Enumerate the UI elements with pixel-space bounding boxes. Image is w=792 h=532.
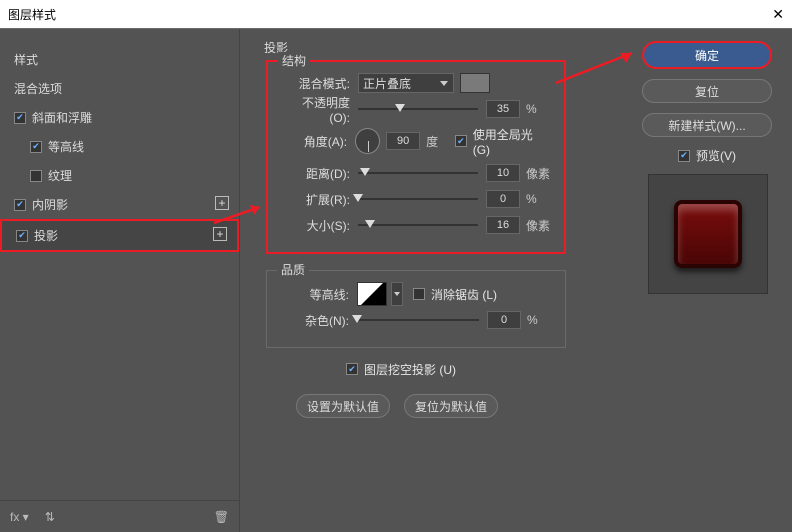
percent-unit: %: [526, 192, 550, 206]
sidebar-item-drop-shadow[interactable]: 投影 +: [0, 219, 239, 252]
sidebar-item-label: 等高线: [48, 138, 84, 155]
contour-picker[interactable]: [357, 282, 387, 306]
reset-default-button[interactable]: 复位为默认值: [404, 394, 498, 418]
shadow-color-swatch[interactable]: [460, 73, 490, 93]
checkbox-icon[interactable]: [30, 141, 42, 153]
structure-group: 结构 混合模式: 正片叠底 不透明度(O): % 角度(A): 度 使用全局光 …: [266, 60, 566, 254]
angle-dial[interactable]: [355, 128, 380, 154]
preview-thumbnail: [648, 174, 768, 294]
distance-slider[interactable]: [358, 172, 478, 174]
distance-input[interactable]: [486, 164, 520, 182]
px-unit: 像素: [526, 217, 550, 234]
close-icon[interactable]: ✕: [772, 6, 784, 23]
blend-mode-label: 混合模式:: [282, 75, 350, 92]
new-style-button[interactable]: 新建样式(W)...: [642, 113, 772, 137]
ok-button[interactable]: 确定: [642, 41, 772, 69]
angle-label: 角度(A):: [282, 133, 347, 150]
contour-dropdown-icon[interactable]: [391, 282, 403, 306]
checkbox-icon[interactable]: [14, 199, 26, 211]
checkbox-icon[interactable]: [14, 112, 26, 124]
checkbox-icon[interactable]: [30, 170, 42, 182]
plus-icon[interactable]: +: [213, 227, 227, 241]
blend-options-label: 混合选项: [14, 80, 62, 97]
opacity-input[interactable]: [486, 100, 520, 118]
antialias-label: 消除锯齿 (L): [431, 286, 497, 303]
preview-label: 预览(V): [696, 147, 736, 164]
sidebar-item-inner-shadow[interactable]: 内阴影 +: [0, 190, 239, 219]
distance-label: 距离(D):: [282, 165, 350, 182]
dialog-title: 图层样式: [8, 6, 56, 23]
preview-gem-icon: [674, 200, 742, 268]
arrows-icon[interactable]: ⇅: [45, 510, 55, 524]
noise-slider[interactable]: [357, 319, 479, 321]
sidebar-item-texture[interactable]: 纹理: [0, 161, 239, 190]
plus-icon[interactable]: +: [215, 196, 229, 210]
contour-label: 等高线:: [281, 286, 349, 303]
styles-header: 样式: [0, 45, 239, 74]
opacity-label: 不透明度(O):: [282, 94, 350, 125]
checkbox-icon[interactable]: [16, 230, 28, 242]
sidebar-item-label: 纹理: [48, 167, 72, 184]
blend-options-item[interactable]: 混合选项: [0, 74, 239, 103]
trash-icon[interactable]: 🗑: [214, 510, 229, 524]
structure-title: 结构: [278, 52, 310, 69]
preview-checkbox[interactable]: [678, 150, 690, 162]
percent-unit: %: [526, 102, 550, 116]
noise-input[interactable]: [487, 311, 521, 329]
angle-input[interactable]: [386, 132, 420, 150]
antialias-checkbox[interactable]: [413, 288, 425, 300]
sidebar-item-label: 投影: [34, 227, 58, 244]
panel-title: 投影: [264, 39, 612, 56]
knockout-label: 图层挖空投影 (U): [364, 361, 456, 378]
sidebar-item-contour[interactable]: 等高线: [0, 132, 239, 161]
sidebar-item-bevel[interactable]: 斜面和浮雕: [0, 103, 239, 132]
cancel-button[interactable]: 复位: [642, 79, 772, 103]
spread-label: 扩展(R):: [282, 191, 350, 208]
global-light-checkbox[interactable]: [455, 135, 467, 147]
degree-unit: 度: [426, 133, 449, 150]
size-slider[interactable]: [358, 224, 478, 226]
px-unit: 像素: [526, 165, 550, 182]
noise-label: 杂色(N):: [281, 312, 349, 329]
sidebar-item-label: 斜面和浮雕: [32, 109, 92, 126]
fx-menu[interactable]: fx ▾: [10, 510, 29, 524]
spread-input[interactable]: [486, 190, 520, 208]
knockout-checkbox[interactable]: [346, 363, 358, 375]
percent-unit: %: [527, 313, 551, 327]
quality-group: 品质 等高线: 消除锯齿 (L) 杂色(N): %: [266, 270, 566, 348]
opacity-slider[interactable]: [358, 108, 478, 110]
size-label: 大小(S):: [282, 217, 350, 234]
spread-slider[interactable]: [358, 198, 478, 200]
size-input[interactable]: [486, 216, 520, 234]
global-light-label: 使用全局光 (G): [473, 126, 550, 157]
blend-mode-select[interactable]: 正片叠底: [358, 73, 454, 93]
set-default-button[interactable]: 设置为默认值: [296, 394, 390, 418]
sidebar-item-label: 内阴影: [32, 196, 68, 213]
quality-title: 品质: [277, 261, 309, 278]
